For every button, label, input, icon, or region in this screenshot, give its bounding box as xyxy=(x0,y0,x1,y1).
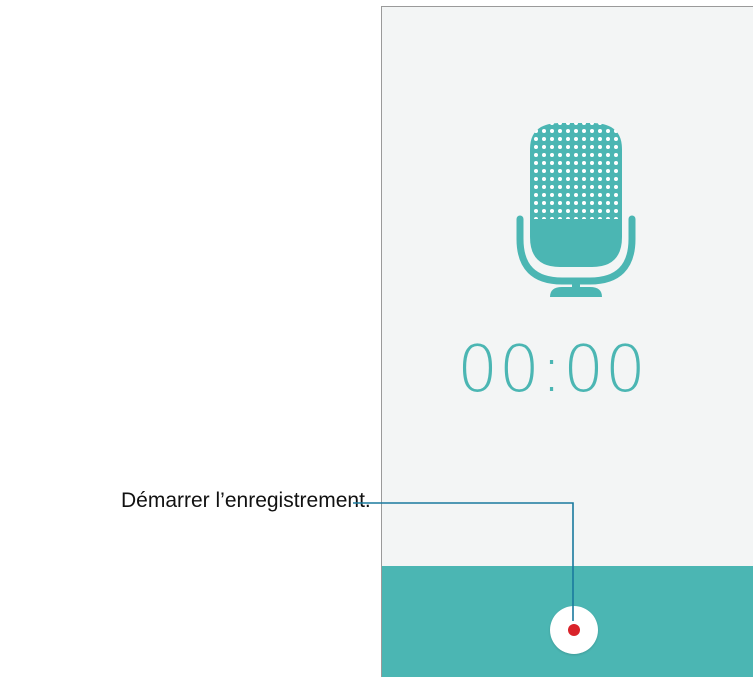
voice-recorder-screen: 00:00 xyxy=(381,6,753,677)
record-dot-icon xyxy=(568,624,580,636)
recording-timer: 00:00 xyxy=(457,333,647,407)
record-button[interactable] xyxy=(550,606,598,654)
callout-label: Démarrer l’enregistrement. xyxy=(121,489,371,512)
recorder-control-bar xyxy=(382,566,753,677)
microphone-icon xyxy=(516,123,636,297)
